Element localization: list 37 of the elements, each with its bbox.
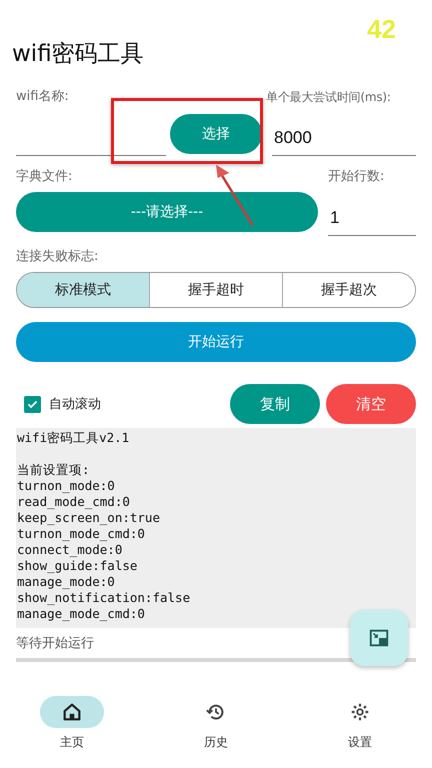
mode-tab[interactable]: 标准模式 [17,273,149,307]
log-line: 当前设置项: [17,462,91,478]
log-line: manage_mode_cmd:0 [17,606,146,622]
clear-button[interactable]: 清空 [326,384,416,424]
log-line: turnon_mode_cmd:0 [17,526,146,542]
log-line: show_guide:false [17,558,138,574]
settings-icon [349,701,371,723]
log-line: read_mode_cmd:0 [17,494,131,510]
log-line: connect_mode:0 [17,542,124,558]
log-line: show_notification:false [17,590,192,606]
field-label: wifi名称: [16,88,70,106]
log-line: manage_mode:0 [17,574,116,590]
field-label: 字典文件: [16,168,74,186]
checkbox[interactable] [24,396,41,412]
start-line-field[interactable]: 1 [328,200,416,236]
field-label: 开始行数: [328,168,386,186]
log-line: turnon_mode:0 [17,478,116,494]
status-text: 等待开始运行 [16,635,94,652]
log-line: keep_screen_on:true [17,510,161,526]
checkbox-label: 自动滚动 [49,396,101,413]
log-line: wifi密码工具v2.1 [17,430,130,446]
app-title: wifi密码工具 [12,40,145,68]
mode-tab[interactable]: 握手超次 [282,273,415,307]
copy-button[interactable]: 复制 [230,384,320,424]
select-button[interactable]: 选择 [170,114,262,154]
frame-counter: 42 [367,14,396,40]
picture-in-picture-icon [368,627,390,649]
file-select-button[interactable]: ---请选择--- [16,192,318,232]
field-label: 连接失败标志: [16,248,100,266]
nav-tab[interactable] [40,696,104,728]
home-icon [61,701,83,723]
nav-label: 历史 [204,734,228,751]
nav-label: 设置 [348,734,372,751]
field-label: 单个最大尝试时间(ms): [266,89,392,106]
nav-label: 主页 [60,734,84,751]
timeout-field[interactable]: 8000 [272,120,416,156]
picture-in-picture-button[interactable] [350,610,408,666]
